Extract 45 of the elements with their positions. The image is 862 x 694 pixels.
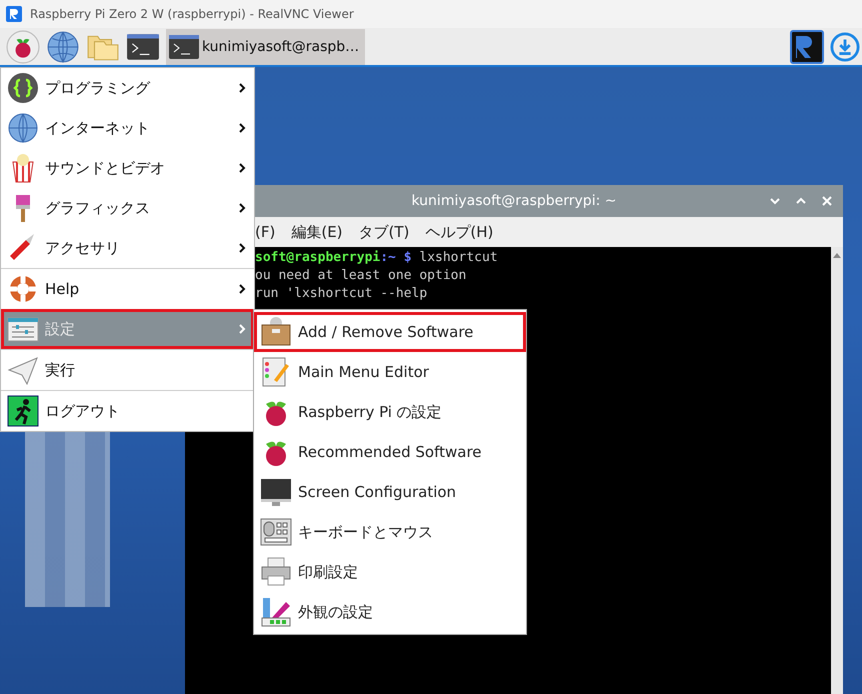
menu-item[interactable]: Screen Configuration (254, 472, 526, 512)
menu-item[interactable]: ログアウト (1, 391, 254, 431)
menu-bar-item[interactable]: (F) (255, 223, 276, 241)
taskbar-window-button[interactable]: kunimiyasoft@raspb… (166, 28, 366, 64)
close-icon[interactable] (821, 195, 833, 207)
raspberry-icon[interactable] (6, 30, 40, 64)
exit-icon (7, 395, 39, 427)
download-icon[interactable] (830, 32, 860, 62)
scroll-up-icon[interactable] (832, 251, 842, 259)
globe-icon[interactable] (46, 30, 80, 64)
app-logo-icon (6, 6, 22, 22)
braces-icon (7, 72, 39, 104)
menu-item[interactable]: 印刷設定 (254, 552, 526, 592)
menu-item[interactable]: グラフィックス (1, 188, 254, 228)
keyboard-icon (260, 516, 292, 548)
scrollbar[interactable] (831, 247, 843, 694)
menu-item[interactable]: アクセサリ (1, 228, 254, 268)
menu-item[interactable]: プログラミング (1, 68, 254, 108)
box-icon (260, 316, 292, 348)
menu-bar-item[interactable]: ヘルプ(H) (425, 222, 494, 242)
menu-item[interactable]: 外観の設定 (254, 592, 526, 632)
menu-item[interactable]: Main Menu Editor (254, 352, 526, 392)
editor-icon (260, 356, 292, 388)
menu-bar-item[interactable]: タブ(T) (358, 222, 410, 242)
menu-item[interactable]: 実行 (1, 350, 254, 390)
vnc-logo-icon[interactable] (790, 30, 824, 64)
palette-icon (260, 596, 292, 628)
ring-icon (7, 273, 39, 305)
terminal-line: run 'lxshortcut --help (255, 286, 428, 303)
terminal-line: ou need at least one option (255, 268, 468, 285)
monitor-icon (260, 476, 292, 508)
menu-item[interactable]: Help (1, 269, 254, 309)
printer-icon (260, 556, 292, 588)
menu-item[interactable]: Raspberry Pi の設定 (254, 392, 526, 432)
menu-item[interactable]: サウンドとビデオ (1, 148, 254, 188)
menu-item[interactable]: インターネット (1, 108, 254, 148)
terminal-line: soft@raspberrypi:~ $ lxshortcut (255, 250, 499, 267)
terminal-title: kunimiyasoft@raspberrypi: ~ (412, 193, 616, 209)
menu-bar-item[interactable]: 編集(E) (291, 222, 343, 242)
globe-icon (7, 112, 39, 144)
menu-item[interactable]: Recommended Software (254, 432, 526, 472)
plane-icon (7, 354, 39, 386)
menu-item[interactable]: キーボードとマウス (254, 512, 526, 552)
menu-item[interactable]: Add / Remove Software (254, 312, 526, 352)
window-title: Raspberry Pi Zero 2 W (raspberrypi) - RealVNC Viewer (30, 7, 354, 21)
